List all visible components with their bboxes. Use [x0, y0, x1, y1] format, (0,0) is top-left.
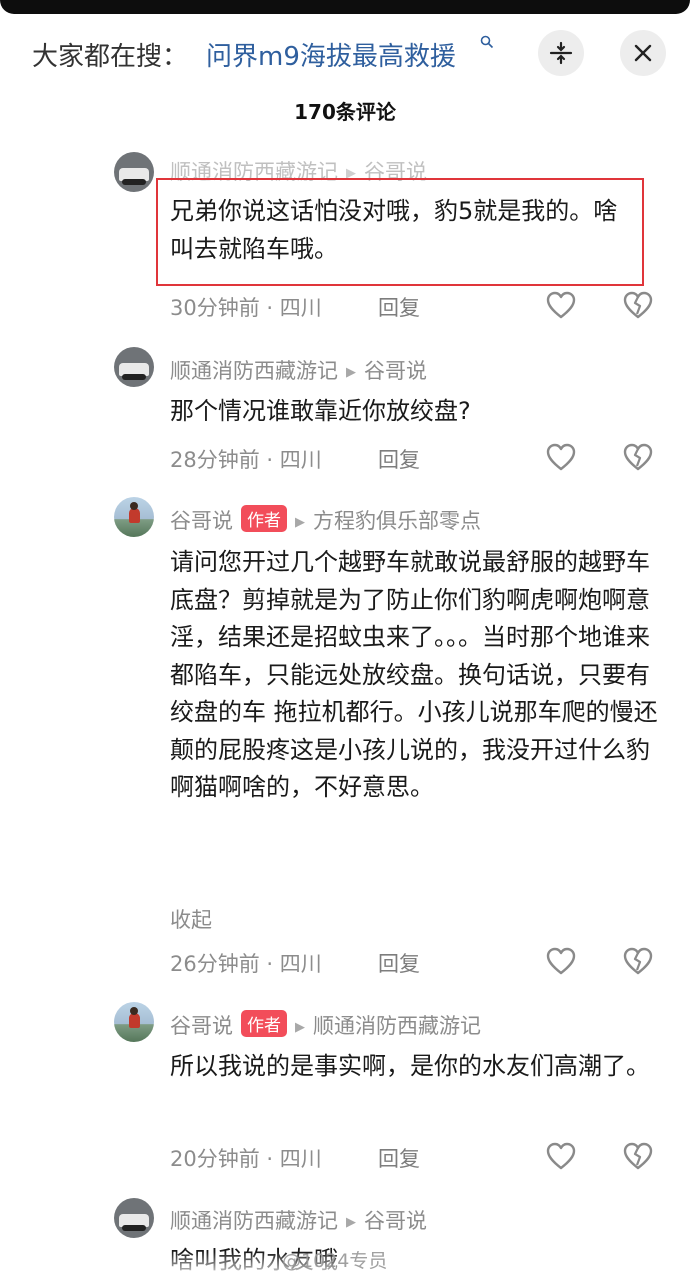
avatar[interactable]	[114, 347, 154, 387]
reply-arrow-icon: ▶	[295, 515, 305, 530]
heart-icon[interactable]	[545, 946, 577, 976]
heart-icon[interactable]	[545, 290, 577, 320]
comment-text: 请问您开过几个越野车就敢说最舒服的越野车底盘？剪掉就是为了防止你们豹啊虎啊炮啊意…	[170, 548, 658, 801]
reply-button[interactable]: 回复	[378, 292, 420, 322]
comment-text: 所以我说的是事实啊，是你的水友们高潮了。	[170, 1052, 650, 1080]
comment-meta: 顺通消防西藏游记 ▶ 谷哥说	[170, 1205, 427, 1235]
comment-timestamp-location: 30分钟前 · 四川	[170, 296, 322, 320]
comment-username[interactable]: 顺通消防西藏游记	[170, 359, 338, 383]
watermark: @1024专员	[282, 1250, 388, 1272]
avatar[interactable]	[114, 152, 154, 192]
heart-icon[interactable]	[545, 1141, 577, 1171]
comment-meta: 谷哥说 作者 ▶ 方程豹俱乐部零点	[170, 505, 481, 535]
reply-to-username[interactable]: 顺通消防西藏游记	[313, 1014, 481, 1038]
reply-arrow-icon: ▶	[295, 1020, 305, 1035]
comment-username[interactable]: 谷哥说	[170, 1014, 233, 1038]
broken-heart-icon[interactable]	[622, 1141, 654, 1171]
collapse-button[interactable]	[538, 30, 584, 76]
status-bar-notch	[0, 0, 690, 14]
broken-heart-icon[interactable]	[622, 442, 654, 472]
comment-timestamp-location: 26分钟前 · 四川	[170, 952, 322, 976]
reply-button[interactable]: 回复	[378, 1143, 420, 1173]
comment-username[interactable]: 谷哥说	[170, 509, 233, 533]
avatar[interactable]	[114, 497, 154, 537]
highlight-box	[156, 178, 644, 286]
search-suggestion-bar[interactable]: 大家都在搜： 问界m9海拔最高救援	[0, 26, 690, 82]
comment-count-title: 170条评论	[294, 100, 396, 124]
collapse-text-button[interactable]: 收起	[170, 904, 212, 934]
close-button[interactable]	[620, 30, 666, 76]
comment-meta: 谷哥说 作者 ▶ 顺通消防西藏游记	[170, 1010, 481, 1040]
heart-icon[interactable]	[545, 442, 577, 472]
comment-timestamp-location: 28分钟前 · 四川	[170, 448, 322, 472]
comment-meta: 顺通消防西藏游记 ▶ 谷哥说	[170, 355, 427, 385]
comment-timestamp-location: 20分钟前 · 四川	[170, 1147, 322, 1171]
reply-button[interactable]: 回复	[378, 444, 420, 474]
broken-heart-icon[interactable]	[622, 946, 654, 976]
reply-to-username[interactable]: 谷哥说	[364, 1209, 427, 1233]
avatar[interactable]	[114, 1198, 154, 1238]
reply-arrow-icon: ▶	[346, 365, 356, 380]
author-badge: 作者	[241, 1010, 287, 1037]
reply-to-username[interactable]: 方程豹俱乐部零点	[313, 509, 481, 533]
author-badge: 作者	[241, 505, 287, 532]
reply-button[interactable]: 回复	[378, 948, 420, 978]
reply-to-username[interactable]: 谷哥说	[364, 359, 427, 383]
search-icon	[480, 34, 494, 53]
reply-arrow-icon: ▶	[346, 1215, 356, 1230]
avatar[interactable]	[114, 1002, 154, 1042]
broken-heart-icon[interactable]	[622, 290, 654, 320]
search-query-link[interactable]: 问界m9海拔最高救援	[206, 36, 456, 73]
comment-username[interactable]: 顺通消防西藏游记	[170, 1209, 338, 1233]
comment-text: 那个情况谁敢靠近你放绞盘?	[170, 397, 471, 425]
search-prefix-label: 大家都在搜：	[32, 42, 189, 72]
